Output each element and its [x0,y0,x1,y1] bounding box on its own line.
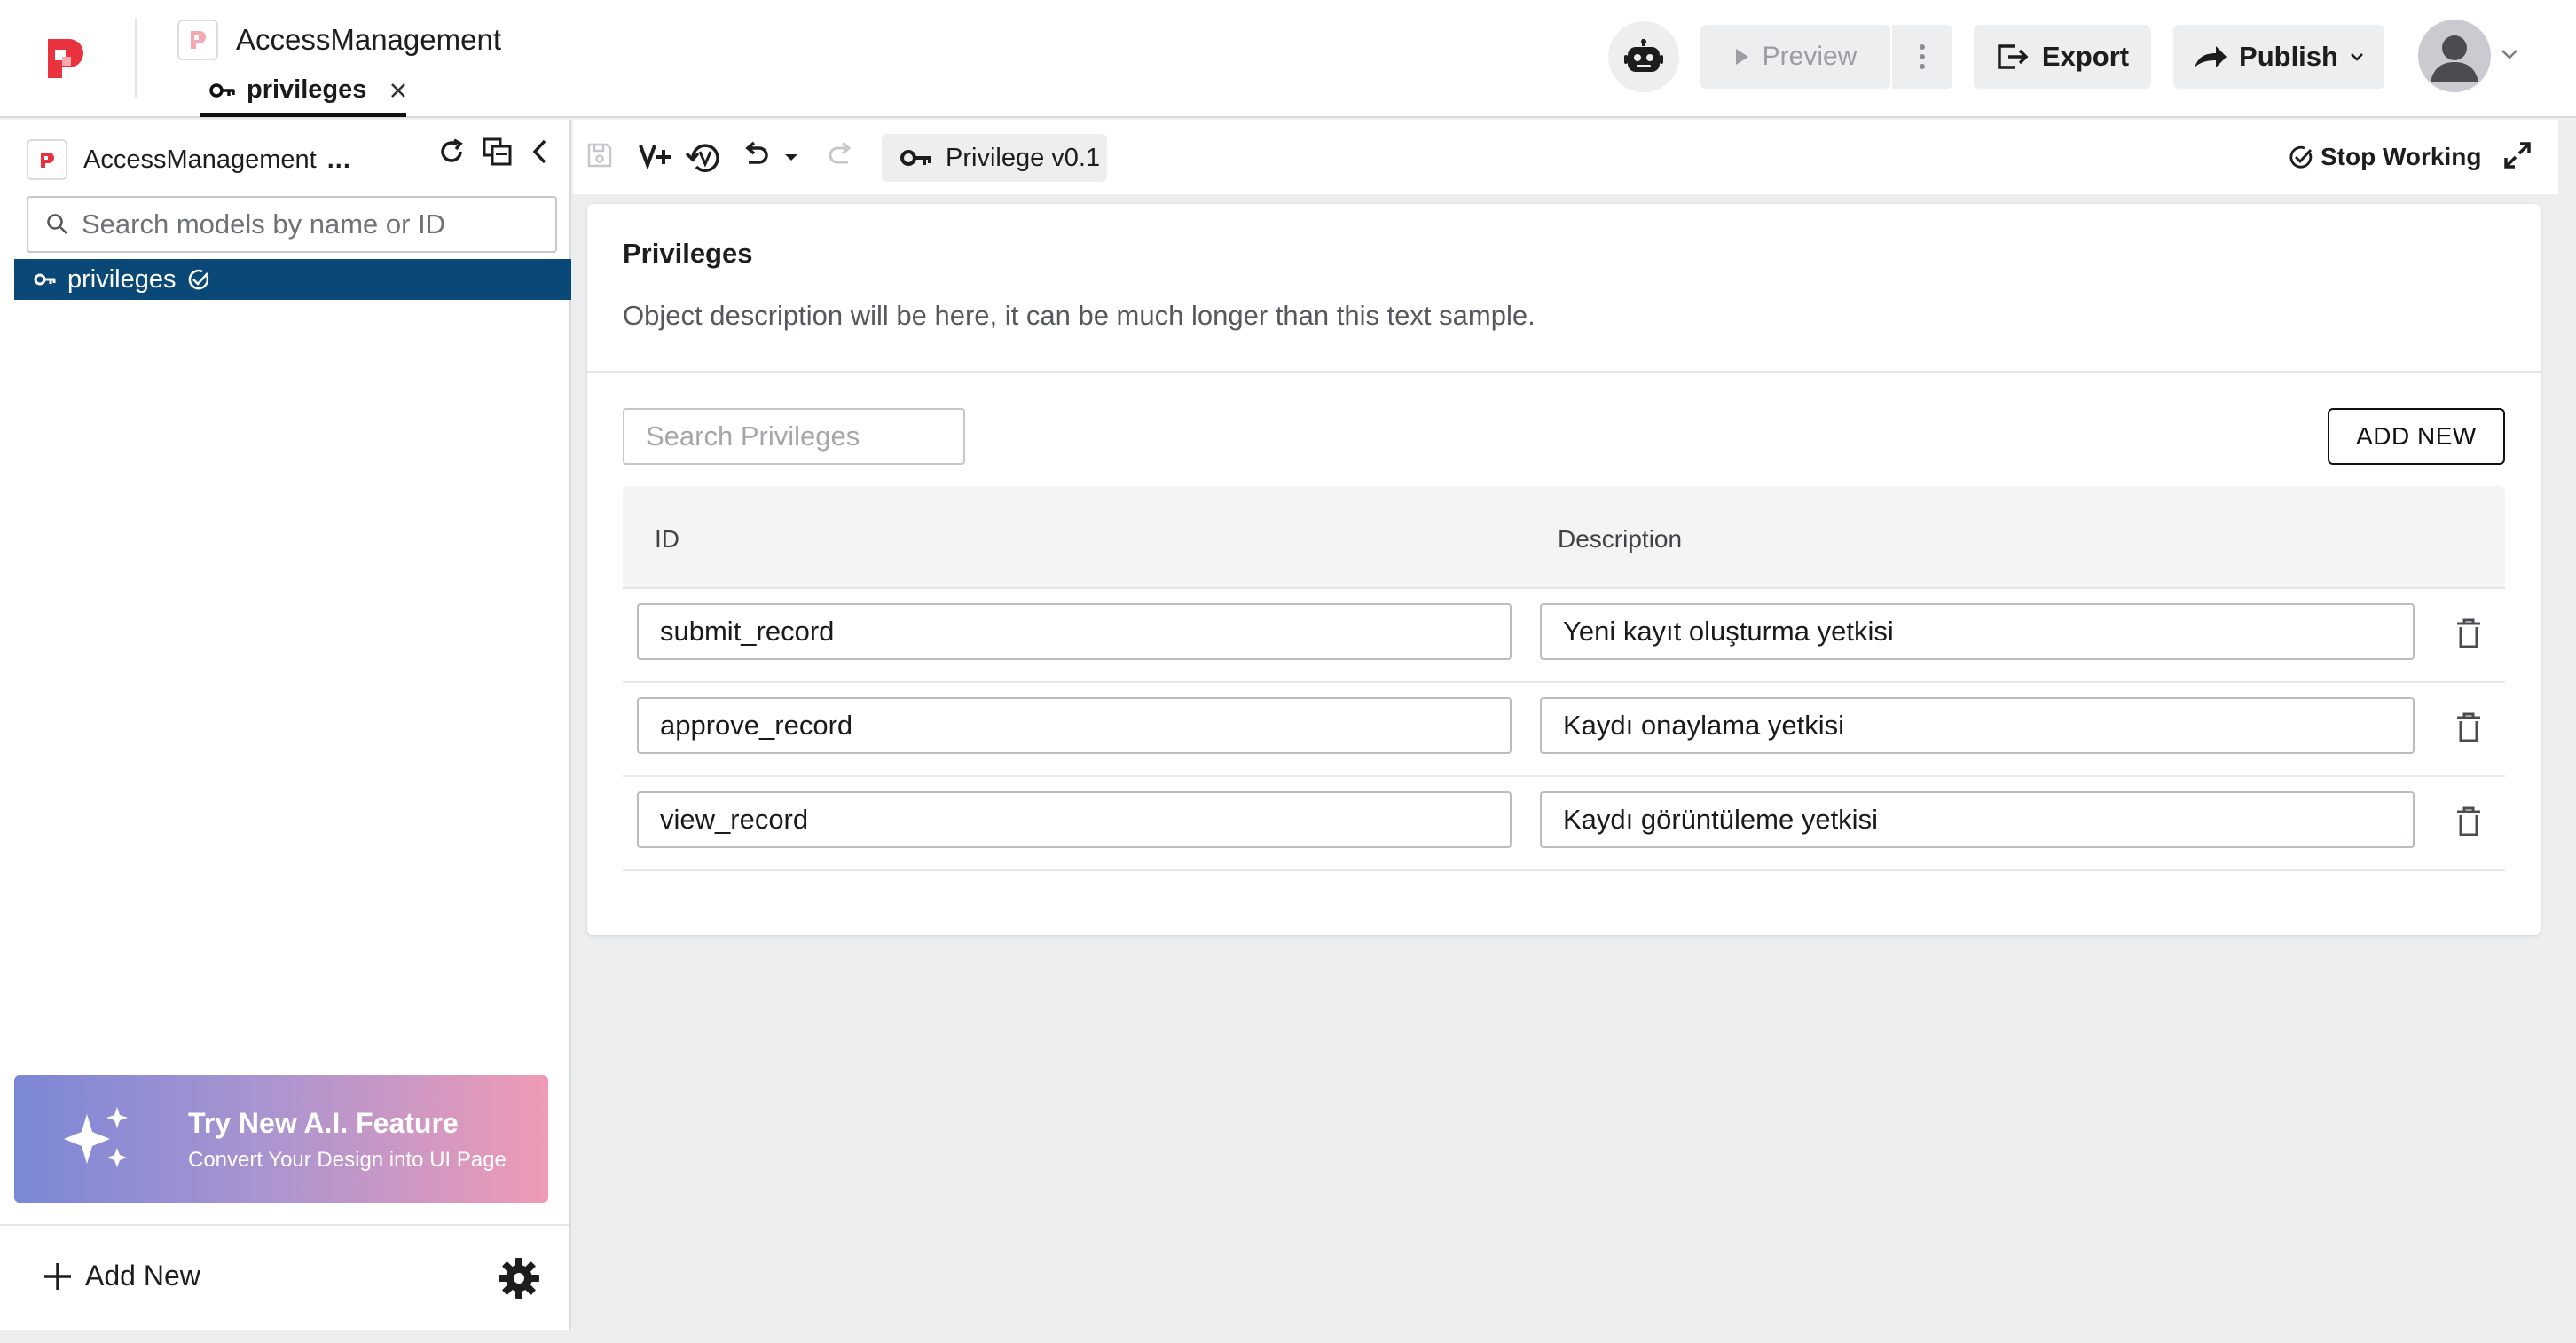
more-vertical-icon [1919,43,1926,70]
preview-label: Preview [1762,42,1857,71]
trash-icon[interactable] [2455,711,2482,743]
refresh-icon[interactable] [438,138,465,165]
play-icon [1734,47,1750,67]
sparkle-icon [60,1103,135,1174]
column-header-id: ID [655,525,679,553]
chevron-left-icon[interactable] [530,138,548,165]
header-divider [135,18,137,98]
privilege-description-field[interactable] [1540,697,2415,754]
card-divider [587,371,2541,373]
version-add-icon[interactable] [639,141,672,169]
table-row [623,777,2505,871]
save-icon[interactable] [585,141,614,169]
export-label: Export [2041,41,2130,72]
search-input[interactable] [82,208,525,240]
page-title: Privileges [623,238,753,269]
user-avatar-icon[interactable] [2418,20,2491,92]
gear-icon[interactable] [497,1256,541,1300]
version-chip[interactable]: Privilege v0.1 [882,134,1107,182]
add-new-label: Add New [85,1260,200,1292]
privilege-id-field[interactable] [637,697,1512,754]
sidebar-item-privileges[interactable]: privileges [14,259,571,300]
share-arrow-icon [2193,44,2228,69]
history-icon[interactable] [685,141,722,175]
table-header: ID Description [623,486,2505,589]
chevron-down-icon[interactable] [2500,48,2519,60]
privilege-description-field[interactable] [1540,791,2415,848]
trash-icon[interactable] [2455,805,2482,837]
check-circle-icon [187,268,210,291]
redo-icon[interactable] [827,141,855,169]
ai-banner-subtitle: Convert Your Design into UI Page [188,1148,507,1172]
publish-label: Publish [2239,41,2338,72]
check-circle-icon [2289,145,2313,169]
table-row [623,589,2505,683]
sidebar-footer: Add New [0,1224,569,1330]
add-new-button[interactable]: Add New [43,1260,200,1292]
preview-more-button[interactable] [1892,25,1952,89]
project-more-button[interactable]: ... [327,145,351,175]
privileges-card: Privileges Object description will be he… [587,204,2541,935]
export-icon [1996,43,2030,71]
tab-privileges[interactable]: privileges [200,67,406,117]
project-logo-icon [27,139,67,180]
stop-working-label: Stop Working [2321,143,2482,170]
trash-icon[interactable] [2455,617,2482,649]
undo-icon[interactable] [742,141,770,169]
chevron-down-icon[interactable] [784,153,798,162]
copy-icon[interactable] [483,137,513,166]
plus-icon [43,1261,73,1292]
search-icon [46,213,69,236]
publish-button[interactable]: Publish [2173,25,2384,89]
export-button[interactable]: Export [1974,25,2151,89]
close-icon[interactable] [389,82,407,99]
page-description: Object description will be here, it can … [623,300,1535,331]
ai-assistant-button[interactable] [1608,21,1679,92]
privilege-id-field[interactable] [637,791,1512,848]
ai-feature-banner[interactable]: Try New A.I. Feature Convert Your Design… [14,1075,548,1203]
sidebar: AccessManagement ... privileges Try N [0,120,571,1330]
expand-icon[interactable] [2503,141,2532,169]
key-icon [209,82,236,98]
privilege-search-input[interactable] [623,408,965,465]
tab-label: privileges [247,75,367,104]
version-label: Privilege v0.1 [946,143,1101,172]
brand-logo-icon[interactable] [39,34,89,83]
editor-toolbar: Privilege v0.1 Stop Working [573,120,2558,194]
stop-working-button[interactable]: Stop Working [2289,143,2481,171]
sidebar-item-label: privileges [67,264,177,294]
top-bar: AccessManagement privileges Preview Expo… [0,0,2576,118]
model-search[interactable] [27,196,557,253]
project-title: AccessManagement [236,23,501,56]
add-new-privilege-button[interactable]: ADD NEW [2328,408,2505,465]
privilege-id-field[interactable] [637,603,1512,660]
key-icon [34,272,57,287]
table-row [623,683,2505,777]
key-icon [899,148,933,168]
ai-banner-title: Try New A.I. Feature [188,1107,459,1139]
sidebar-project-name: AccessManagement [83,145,317,174]
privileges-table: ID Description [623,486,2505,871]
robot-icon [1624,39,1663,75]
privilege-description-field[interactable] [1540,603,2415,660]
sidebar-tools [438,137,548,166]
preview-button[interactable]: Preview [1700,25,1890,89]
chevron-down-icon [2349,51,2365,62]
project-logo-icon [177,20,218,60]
column-header-description: Description [1558,525,1683,553]
